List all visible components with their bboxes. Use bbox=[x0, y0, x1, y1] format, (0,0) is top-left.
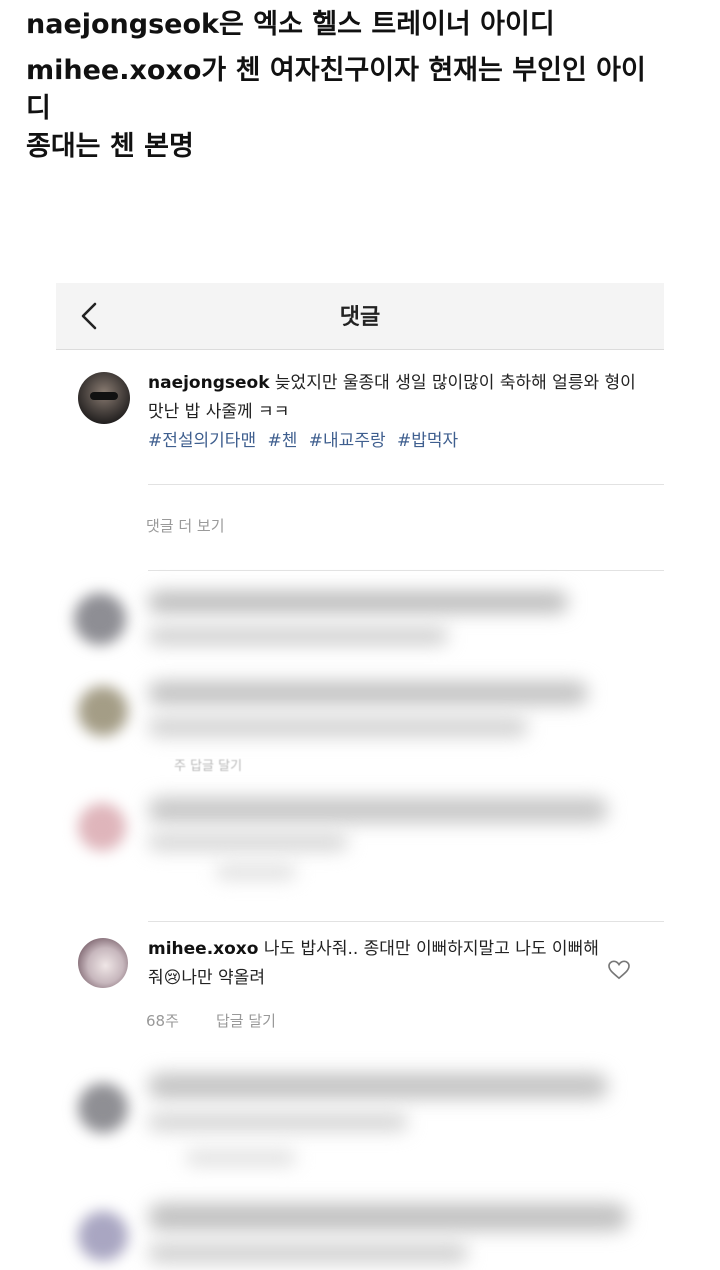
hashtag-link[interactable]: #밥먹자 bbox=[397, 431, 458, 451]
hashtag-list: #전설의기타맨 #첸 #내교주랑 #밥먹자 bbox=[148, 427, 648, 456]
blurred-comments bbox=[56, 571, 664, 921]
hashtag-link[interactable]: #전설의기타맨 bbox=[148, 431, 256, 451]
heart-outline-icon[interactable] bbox=[608, 960, 630, 980]
comment-body: naejongseok 늦었지만 울종대 생일 많이많이 축하해 얼릉와 형이 … bbox=[148, 369, 648, 456]
hashtag-link[interactable]: #내교주랑 bbox=[309, 431, 386, 451]
instagram-comments-screenshot: 댓글 naejongseok 늦었지만 울종대 생일 많이많이 축하해 얼릉와 … bbox=[56, 283, 664, 1270]
comment-body: mihee.xoxo 나도 밥사줘.. 종대만 이뻐하지말고 나도 이뻐해줘😢나… bbox=[148, 935, 608, 993]
caption-line: 디 bbox=[26, 93, 51, 124]
comment-username[interactable]: mihee.xoxo bbox=[148, 939, 258, 959]
view-more-comments-link[interactable]: 댓글 더 보기 bbox=[146, 515, 225, 536]
comments-header: 댓글 bbox=[56, 283, 664, 350]
avatar[interactable] bbox=[78, 372, 130, 424]
blurred-comments bbox=[56, 1043, 664, 1270]
blurred-reply-link: 주 답글 달기 bbox=[174, 759, 243, 774]
comment-timestamp: 68주 bbox=[146, 1012, 179, 1030]
reply-button[interactable]: 답글 달기 bbox=[216, 1010, 276, 1031]
divider bbox=[148, 484, 664, 485]
caption-line: 종대는 첸 본명 bbox=[26, 131, 194, 162]
divider bbox=[148, 921, 664, 922]
hashtag-link[interactable]: #첸 bbox=[268, 431, 298, 451]
comment-username[interactable]: naejongseok bbox=[148, 373, 270, 393]
avatar[interactable] bbox=[78, 938, 128, 988]
caption-line: mihee.xoxo가 첸 여자친구이자 현재는 부인인 아이 bbox=[26, 55, 646, 86]
page-title: 댓글 bbox=[339, 305, 381, 330]
caption-line: naejongseok은 엑소 헬스 트레이너 아이디 bbox=[26, 9, 555, 40]
post-caption: naejongseok은 엑소 헬스 트레이너 아이디 mihee.xoxo가 … bbox=[26, 6, 706, 166]
